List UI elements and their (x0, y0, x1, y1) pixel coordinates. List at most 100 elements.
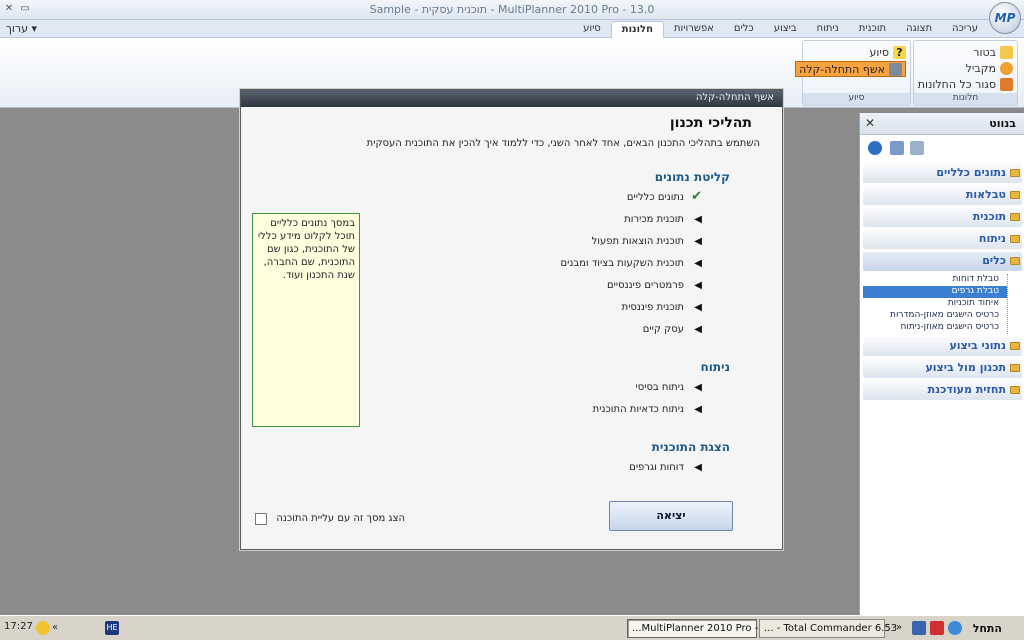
help-group: ? סיוע אשף התחלה-קלה סיוע (795, 40, 911, 106)
process-step[interactable]: ◀ ניתוח בסיסי (502, 382, 702, 396)
start-button[interactable]: התחל (969, 619, 1020, 638)
section-title: הצגת התוכנית (651, 440, 730, 454)
window-title: Sample - תוכנית עסקית - MultiPlanner 201… (369, 3, 655, 16)
dialog-title: אשף התחלה-קלה (241, 90, 782, 107)
dialog-intro: השתמש בתהליכי התכנון הבאים, אחד לאחר השנ… (366, 138, 760, 149)
pane-group-label: תוכנית (972, 210, 1006, 223)
folder-icon (1010, 257, 1020, 265)
language-indicator[interactable]: HE (105, 621, 119, 635)
tab-5[interactable]: כלים (724, 21, 764, 38)
pane-group-label: כלים (982, 254, 1006, 267)
process-step[interactable]: ◀ דוחות וגרפים (502, 462, 702, 476)
process-step[interactable]: ◀ תוכנית הוצאות תפעול (502, 236, 702, 250)
pane-group-label: טבלאות (965, 188, 1006, 201)
close-icon[interactable]: ✕ (865, 116, 875, 130)
process-step[interactable]: ◀ פרמטרים פיננסיים (502, 280, 702, 294)
cascade-button[interactable]: בטור (973, 44, 1013, 60)
tab-7[interactable]: חלונות (610, 21, 664, 38)
show-on-startup-checkbox[interactable] (255, 513, 267, 525)
pane-group[interactable]: ניתוח (863, 230, 1022, 249)
desktop-icon[interactable] (912, 621, 926, 635)
pane-group[interactable]: תחזית מעודכנת (863, 381, 1022, 400)
process-step[interactable]: ◀ תוכנית מכירות (502, 214, 702, 228)
close-all-icon (1000, 77, 1013, 91)
process-step[interactable]: ◀ תוכנית השקעות בציוד ומבנים (502, 258, 702, 272)
taskbar: 17:27 « HE ...MultiPlanner 2010 Pro - 1 … (0, 615, 1024, 640)
help-icon: ? (893, 45, 906, 59)
browser-icon[interactable] (948, 621, 962, 635)
folder-icon (1010, 342, 1020, 350)
pane-group-label: תחזית מעודכנת (927, 383, 1006, 396)
save-icon[interactable] (930, 621, 944, 635)
check-icon: ✔ (691, 189, 702, 204)
process-step-label: עסק קיים (642, 324, 684, 335)
pane-group[interactable]: תכנון מול ביצוע (863, 359, 1022, 378)
arrow-icon: ◀ (694, 462, 702, 473)
tab-3[interactable]: ניתוח (807, 21, 849, 38)
taskbar-total-commander-button[interactable]: ... - Total Commander 6.53 (759, 619, 897, 638)
help-icon[interactable] (868, 141, 882, 155)
pane-subitem[interactable]: כרטיס הישגים מאוזן-המדרות (863, 310, 1007, 322)
arrow-icon: ◀ (694, 236, 702, 247)
process-step[interactable]: ◀ ניתוח כדאיות התוכנית (502, 404, 702, 418)
tray-chevron-icon[interactable]: « (52, 621, 66, 635)
process-step[interactable]: ✔ נתונים כלליים (502, 189, 702, 206)
navigator-pane: בנווט ✕ נתונים כלליים טבלאות תוכנית ניתוח כל… (859, 113, 1024, 615)
tab-2[interactable]: תוכנית (849, 21, 896, 38)
arrow-icon: ◀ (694, 302, 702, 313)
clock: 17:27 (4, 621, 33, 632)
tab-0[interactable]: עריכה (942, 21, 988, 38)
pane-title: בנווט (989, 117, 1016, 130)
tile-button[interactable]: מקביל (966, 60, 1013, 76)
taskbar-multiplanner-button[interactable]: ...MultiPlanner 2010 Pro - 1 (627, 619, 768, 638)
pane-header: בנווט ✕ (860, 113, 1024, 135)
shield-icon[interactable] (36, 621, 50, 635)
arrow-icon: ◀ (694, 404, 702, 415)
pane-toolbar (860, 135, 1024, 161)
document-icon[interactable] (890, 141, 904, 155)
title-bar: ✕ ▭ Sample - תוכנית עסקית - MultiPlanner… (0, 0, 1024, 20)
process-step[interactable]: ◀ עסק קיים (502, 324, 702, 338)
list-icon[interactable] (910, 141, 924, 155)
edit-menu[interactable]: ערוך ▾ (6, 22, 37, 35)
windows-group: בטור מקביל סגור כל החלונות חלונות (913, 40, 1018, 106)
arrow-icon: ◀ (694, 324, 702, 335)
process-step-label: ניתוח כדאיות התוכנית (592, 404, 684, 415)
tile-icon (1000, 61, 1013, 75)
pane-group[interactable]: תוכנית (863, 208, 1022, 227)
pane-group-label: נתונים כלליים (936, 166, 1006, 179)
wizard-icon (889, 62, 902, 76)
tab-1[interactable]: תצוגה (896, 21, 942, 38)
pane-subitems: טבלת דוחות טבלת גרפים איחוד תוכניות כרטיס ה… (863, 274, 1008, 334)
folder-icon (1010, 364, 1020, 372)
process-step-label: ניתוח בסיסי (635, 382, 684, 393)
tab-8[interactable]: סיוע (573, 21, 611, 38)
pane-subitem[interactable]: כרטיס הישגים מאוזן-ניתוח (863, 322, 1007, 334)
help-button[interactable]: ? סיוע (870, 44, 906, 60)
folder-icon (1010, 213, 1020, 221)
app-logo[interactable]: MP (989, 2, 1021, 34)
pane-subitem[interactable]: איחוד תוכניות (863, 298, 1007, 310)
pane-group-label: ניתוח (978, 232, 1006, 245)
tab-6[interactable]: אפשרויות (664, 21, 724, 38)
tab-4[interactable]: ביצוע (764, 21, 807, 38)
section-title: ניתוח (700, 360, 730, 374)
pane-subitem[interactable]: טבלת גרפים (863, 286, 1007, 298)
pane-group[interactable]: נתונים כלליים (863, 164, 1022, 183)
process-step-label: תוכנית מכירות (624, 214, 684, 225)
quicklaunch-chevron-icon[interactable]: » (896, 621, 910, 635)
arrow-icon: ◀ (694, 214, 702, 225)
process-step[interactable]: ◀ תוכנית פיננסית (502, 302, 702, 316)
close-all-button[interactable]: סגור כל החלונות (918, 76, 1013, 92)
folder-icon (1010, 235, 1020, 243)
section-title: קליטת נתונים (654, 170, 730, 184)
process-step-label: פרמטרים פיננסיים (607, 280, 684, 291)
pane-group[interactable]: טבלאות (863, 186, 1022, 205)
pane-group[interactable]: כלים (863, 252, 1022, 271)
process-step-label: דוחות וגרפים (629, 462, 684, 473)
easy-start-wizard-button[interactable]: אשף התחלה-קלה (795, 61, 906, 77)
exit-button[interactable]: יציאה (609, 501, 733, 531)
pane-group[interactable]: נתוני ביצוע (863, 337, 1022, 356)
show-on-startup-label: הצג מסך זה עם עליית התוכנה (276, 513, 405, 524)
pane-subitem[interactable]: טבלת דוחות (863, 274, 1007, 286)
